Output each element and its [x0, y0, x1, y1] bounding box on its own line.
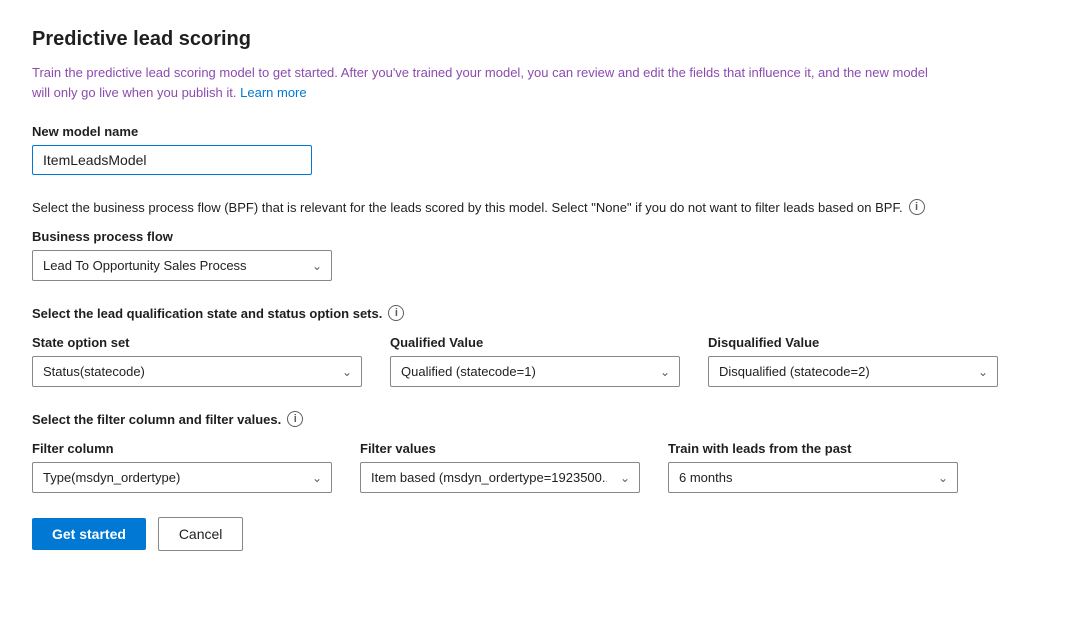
- qualification-section: Select the lead qualification state and …: [32, 305, 1045, 387]
- qualification-row: State option set Status(statecode) ⌄ Qua…: [32, 335, 1045, 387]
- filter-column-select-wrapper: Type(msdyn_ordertype) ⌄: [32, 462, 332, 493]
- page-container: Predictive lead scoring Train the predic…: [0, 0, 1077, 622]
- filter-values-col: Filter values Item based (msdyn_ordertyp…: [360, 441, 640, 493]
- train-select-wrapper: 6 months 3 months 12 months ⌄: [668, 462, 958, 493]
- state-option-select[interactable]: Status(statecode): [32, 356, 362, 387]
- filter-column-select[interactable]: Type(msdyn_ordertype): [32, 462, 332, 493]
- bpf-section: Select the business process flow (BPF) t…: [32, 199, 1045, 281]
- action-buttons: Get started Cancel: [32, 517, 1045, 551]
- filter-values-select-wrapper: Item based (msdyn_ordertype=1923500... ⌄: [360, 462, 640, 493]
- filter-section-desc: Select the filter column and filter valu…: [32, 411, 992, 427]
- filter-row: Filter column Type(msdyn_ordertype) ⌄ Fi…: [32, 441, 1045, 493]
- learn-more-link[interactable]: Learn more: [240, 85, 306, 100]
- model-name-label: New model name: [32, 124, 1045, 139]
- state-option-label: State option set: [32, 335, 362, 350]
- model-name-section: New model name: [32, 124, 1045, 175]
- filter-info-icon[interactable]: i: [287, 411, 303, 427]
- filter-values-label: Filter values: [360, 441, 640, 456]
- description-text: Train the predictive lead scoring model …: [32, 63, 932, 102]
- page-title: Predictive lead scoring: [32, 28, 1045, 51]
- state-select-wrapper: Status(statecode) ⌄: [32, 356, 362, 387]
- bpf-select-wrapper: None Lead To Opportunity Sales Process ⌄: [32, 250, 332, 281]
- bpf-info-icon[interactable]: i: [909, 199, 925, 215]
- get-started-button[interactable]: Get started: [32, 518, 146, 550]
- qualified-select[interactable]: Qualified (statecode=1): [390, 356, 680, 387]
- train-select[interactable]: 6 months 3 months 12 months: [668, 462, 958, 493]
- qualified-label: Qualified Value: [390, 335, 680, 350]
- train-col: Train with leads from the past 6 months …: [668, 441, 958, 493]
- qualified-col: Qualified Value Qualified (statecode=1) …: [390, 335, 680, 387]
- state-option-col: State option set Status(statecode) ⌄: [32, 335, 362, 387]
- cancel-button[interactable]: Cancel: [158, 517, 244, 551]
- train-label: Train with leads from the past: [668, 441, 958, 456]
- filter-section: Select the filter column and filter valu…: [32, 411, 1045, 493]
- description-part1: Train the predictive lead scoring model …: [32, 65, 928, 100]
- bpf-label: Business process flow: [32, 229, 1045, 244]
- filter-values-select[interactable]: Item based (msdyn_ordertype=1923500...: [360, 462, 640, 493]
- disqualified-label: Disqualified Value: [708, 335, 998, 350]
- disqualified-select[interactable]: Disqualified (statecode=2): [708, 356, 998, 387]
- filter-column-label: Filter column: [32, 441, 332, 456]
- bpf-section-desc: Select the business process flow (BPF) t…: [32, 199, 992, 215]
- model-name-input[interactable]: [32, 145, 312, 175]
- qualified-select-wrapper: Qualified (statecode=1) ⌄: [390, 356, 680, 387]
- qualification-section-desc: Select the lead qualification state and …: [32, 305, 992, 321]
- disqualified-col: Disqualified Value Disqualified (stateco…: [708, 335, 998, 387]
- qualification-info-icon[interactable]: i: [388, 305, 404, 321]
- filter-column-col: Filter column Type(msdyn_ordertype) ⌄: [32, 441, 332, 493]
- bpf-select[interactable]: None Lead To Opportunity Sales Process: [32, 250, 332, 281]
- disqualified-select-wrapper: Disqualified (statecode=2) ⌄: [708, 356, 998, 387]
